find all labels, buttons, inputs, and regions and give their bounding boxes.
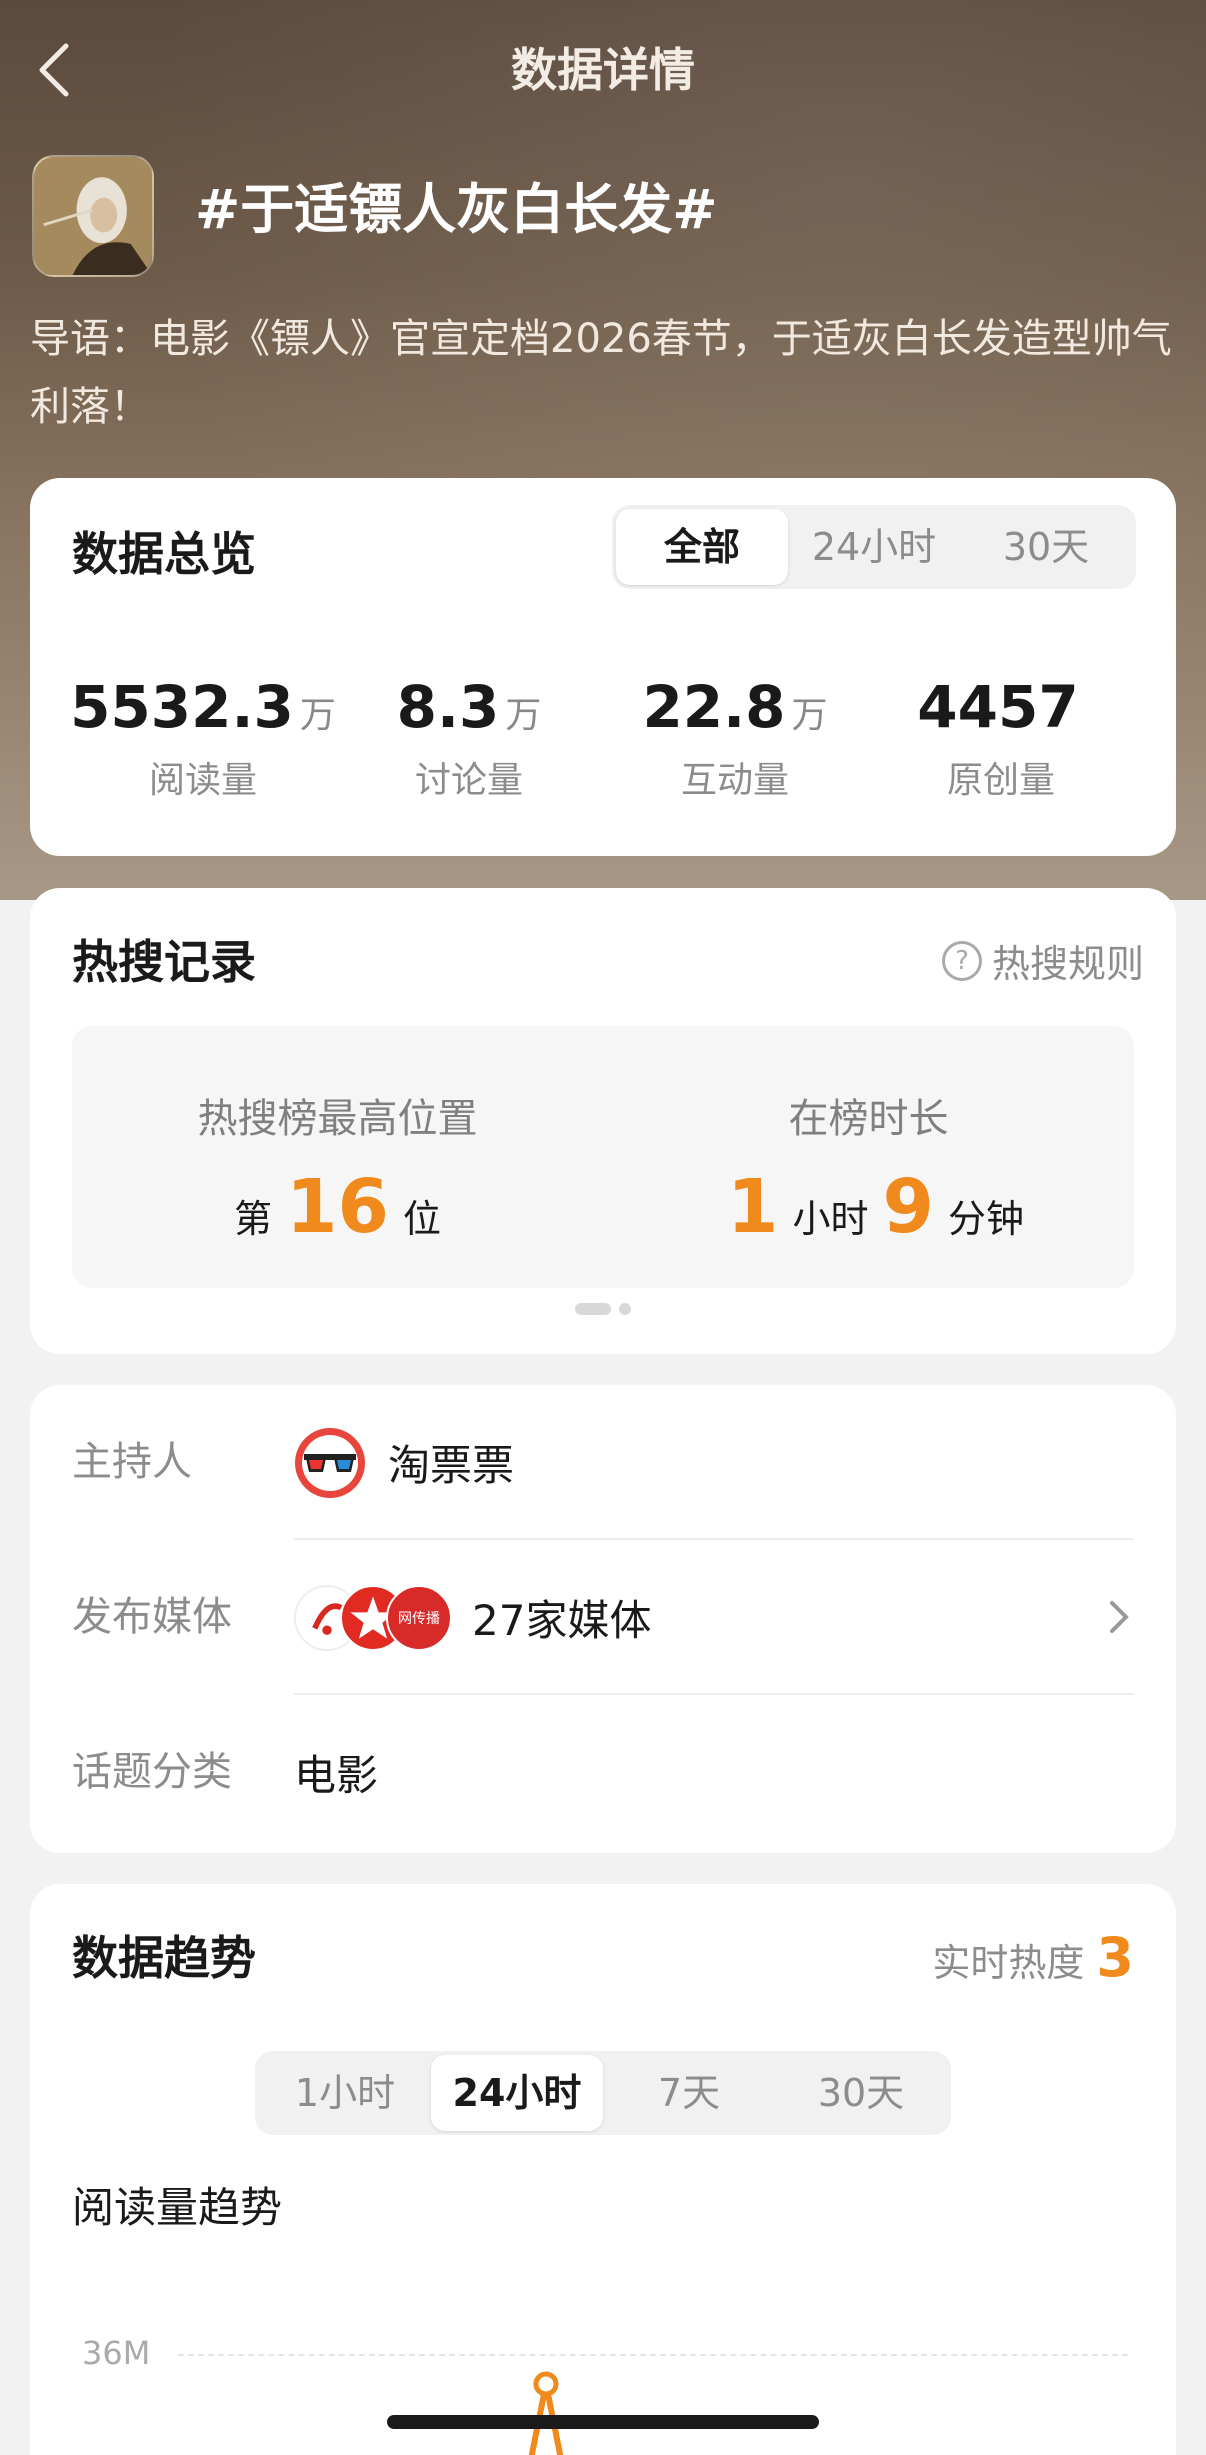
hot-search-card: 热搜记录 ? 热搜规则 热搜榜最高位置 第 16 位 在榜时长 1 小时 9 分… — [30, 888, 1176, 1354]
stat-unit: 万 — [505, 695, 542, 736]
overview-title: 数据总览 — [72, 527, 256, 581]
stat-value: 5532.3 — [70, 673, 294, 741]
category-label: 话题分类 — [72, 1749, 232, 1795]
stat-label: 互动量 — [680, 760, 789, 801]
topic-info-card: 主持人 淘票票 发布媒体 网传播 27家媒体 话题分类 电影 — [30, 1385, 1176, 1853]
minutes-unit: 分钟 — [948, 1197, 1025, 1241]
page-dot — [619, 1303, 631, 1315]
page-title: 数据详情 — [511, 43, 695, 97]
stat-unit: 万 — [299, 695, 336, 736]
gridline — [178, 2354, 1128, 2356]
topic-title: #于适镖人灰白长发# — [195, 178, 718, 241]
tab-7d[interactable]: 7天 — [603, 2055, 775, 2131]
highest-rank: 热搜榜最高位置 第 16 位 — [72, 1026, 603, 1250]
overview-card: 数据总览 全部 24小时 30天 5532.3 万 阅读量 8.3 万 讨论量 22… — [30, 478, 1176, 856]
y-axis-tick: 36M — [82, 2334, 151, 2372]
stat-unit: 万 — [791, 695, 828, 736]
category-value: 电影 — [294, 1751, 379, 1800]
stat-value: 22.8 — [642, 673, 786, 741]
topic-avatar — [32, 155, 154, 277]
on-list-duration: 在榜时长 1 小时 9 分钟 — [603, 1026, 1134, 1250]
rank-suffix: 位 — [402, 1197, 441, 1241]
question-circle-icon: ? — [941, 940, 982, 981]
media-logo-network-icon: 网传播 — [386, 1584, 452, 1651]
tab-1h[interactable]: 1小时 — [259, 2055, 431, 2131]
realtime-heat: 实时热度 3 — [932, 1926, 1134, 1989]
hours-unit: 小时 — [792, 1197, 869, 1241]
tab-30d[interactable]: 30天 — [960, 509, 1132, 585]
media-logos: 网传播 — [294, 1584, 452, 1651]
stat-originals: 4457 原创量 — [868, 673, 1134, 803]
trend-title: 数据趋势 — [72, 1931, 256, 1985]
topic-intro: 导语：电影《镖人》官宣定档2026春节，于适灰白长发造型帅气利落！ — [30, 316, 1172, 430]
tab-24h[interactable]: 24小时 — [431, 2055, 603, 2131]
stat-label: 阅读量 — [148, 760, 257, 801]
media-label: 发布媒体 — [72, 1594, 232, 1640]
highest-rank-label: 热搜榜最高位置 — [197, 1096, 478, 1142]
trend-card: 数据趋势 实时热度 3 1小时 24小时 7天 30天 阅读量趋势 36M — [30, 1884, 1176, 2455]
trend-line — [528, 2371, 564, 2455]
host-name: 淘票票 — [388, 1441, 515, 1490]
trend-range-tabs: 1小时 24小时 7天 30天 — [255, 2051, 951, 2135]
rules-label: 热搜规则 — [991, 942, 1144, 986]
tab-all[interactable]: 全部 — [616, 509, 788, 585]
stat-reads: 5532.3 万 阅读量 — [70, 673, 336, 803]
home-indicator[interactable] — [387, 2415, 819, 2429]
stat-interactions: 22.8 万 互动量 — [602, 673, 868, 803]
hot-search-title: 热搜记录 — [72, 935, 256, 989]
stat-discussions: 8.3 万 讨论量 — [336, 673, 602, 803]
rank-value: 16 — [286, 1164, 389, 1250]
stat-label: 讨论量 — [414, 760, 523, 801]
page-dot-active — [575, 1303, 611, 1315]
taopiaopiao-logo-icon — [294, 1427, 366, 1499]
hot-search-stats-panel: 热搜榜最高位置 第 16 位 在榜时长 1 小时 9 分钟 — [72, 1026, 1134, 1288]
hot-search-rules-link[interactable]: ? 热搜规则 — [941, 933, 1144, 988]
host-row[interactable]: 主持人 淘票票 — [72, 1385, 1134, 1540]
heat-value: 3 — [1096, 1926, 1134, 1989]
stat-value: 8.3 — [396, 673, 500, 741]
host-label: 主持人 — [72, 1439, 192, 1485]
trend-peak-point — [533, 2371, 559, 2397]
duration-hours: 1 — [726, 1164, 779, 1250]
heat-label: 实时热度 — [932, 1941, 1085, 1985]
chevron-right-icon — [1110, 1601, 1129, 1633]
category-row: 话题分类 电影 — [72, 1695, 1134, 1850]
media-row[interactable]: 发布媒体 网传播 27家媒体 — [72, 1540, 1134, 1695]
stat-value: 4457 — [917, 673, 1079, 741]
page-indicator — [575, 1303, 631, 1315]
duration-minutes: 9 — [882, 1164, 935, 1250]
reads-trend-label: 阅读量趋势 — [72, 2183, 283, 2232]
tab-30d[interactable]: 30天 — [775, 2055, 947, 2131]
rank-prefix: 第 — [233, 1197, 272, 1241]
overview-range-tabs: 全部 24小时 30天 — [612, 505, 1136, 589]
duration-label: 在榜时长 — [788, 1096, 949, 1142]
overview-stats: 5532.3 万 阅读量 8.3 万 讨论量 22.8 万 互动量 4457 原创量 — [30, 673, 1176, 803]
stat-label: 原创量 — [946, 760, 1055, 801]
tab-24h[interactable]: 24小时 — [788, 509, 960, 585]
media-count: 27家媒体 — [472, 1596, 652, 1645]
